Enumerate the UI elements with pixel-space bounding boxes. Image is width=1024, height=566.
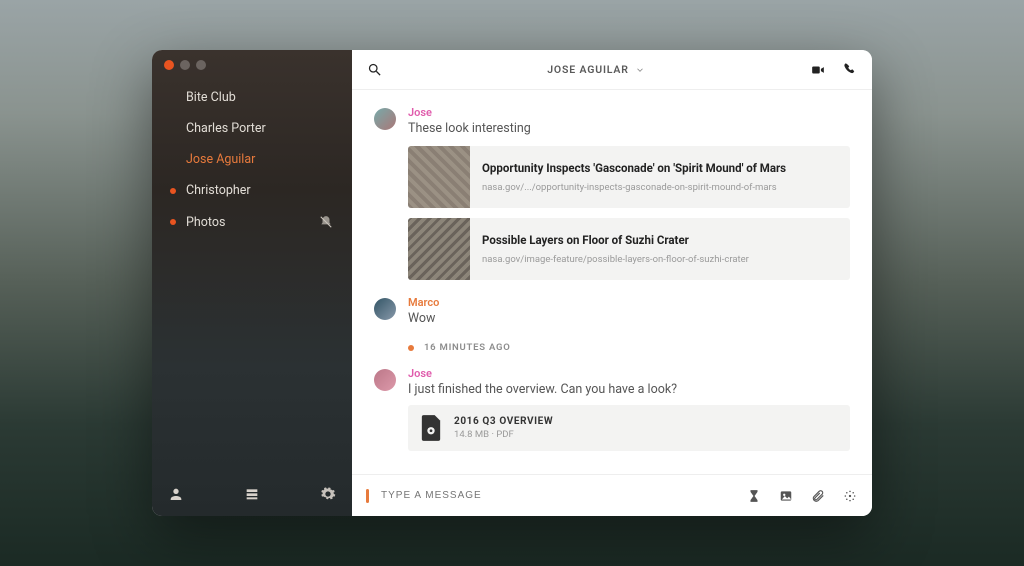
sidebar-item-label: Jose Aguilar <box>186 152 255 167</box>
message: Marco Wow <box>374 296 850 326</box>
message-sender: Marco <box>408 296 850 309</box>
message-sender: Jose <box>408 367 850 380</box>
link-preview[interactable]: Opportunity Inspects 'Gasconade' on 'Spi… <box>408 146 850 208</box>
link-title: Opportunity Inspects 'Gasconade' on 'Spi… <box>482 161 786 177</box>
separator-dot-icon <box>408 345 414 351</box>
file-attachment[interactable]: 2016 Q3 OVERVIEW 14.8 MB · PDF <box>408 405 850 451</box>
message-composer <box>352 474 872 516</box>
chevron-down-icon <box>635 65 645 75</box>
message: Jose I just finished the overview. Can y… <box>374 367 850 451</box>
window-controls <box>152 50 352 80</box>
conversation-title-label: JOSE AGUILAR <box>547 63 629 76</box>
link-url: nasa.gov/.../opportunity-inspects-gascon… <box>482 182 786 193</box>
minimize-window-button[interactable] <box>180 60 190 70</box>
avatar[interactable] <box>374 369 396 391</box>
search-button[interactable] <box>366 62 382 78</box>
composer-accent <box>366 489 369 503</box>
link-thumbnail <box>408 218 470 280</box>
attachment-button[interactable] <box>810 488 826 504</box>
time-separator: 16 MINUTES AGO <box>408 342 850 353</box>
message-sender: Jose <box>408 106 850 119</box>
muted-icon <box>318 214 334 230</box>
message-text: These look interesting <box>408 121 850 136</box>
sidebar-item-christopher[interactable]: Christopher <box>170 183 334 198</box>
archive-button[interactable] <box>244 486 260 502</box>
contacts-button[interactable] <box>168 486 184 502</box>
sidebar-bottom <box>152 472 352 516</box>
conversation-list: Bite Club Charles Porter Jose Aguilar Ch… <box>152 80 352 230</box>
unread-dot-icon <box>170 219 176 225</box>
video-call-button[interactable] <box>810 62 826 78</box>
sidebar-item-label: Charles Porter <box>186 121 266 136</box>
link-preview[interactable]: Possible Layers on Floor of Suzhi Crater… <box>408 218 850 280</box>
sidebar-item-label: Bite Club <box>186 90 236 105</box>
sidebar: Bite Club Charles Porter Jose Aguilar Ch… <box>152 50 352 516</box>
file-name: 2016 Q3 OVERVIEW <box>454 416 553 427</box>
message-text: Wow <box>408 311 850 326</box>
conversation-title[interactable]: JOSE AGUILAR <box>392 63 800 76</box>
maximize-window-button[interactable] <box>196 60 206 70</box>
message-input[interactable] <box>381 490 734 501</box>
link-url: nasa.gov/image-feature/possible-layers-o… <box>482 254 749 265</box>
link-thumbnail <box>408 146 470 208</box>
voice-call-button[interactable] <box>842 62 858 78</box>
message: Jose These look interesting Opportunity … <box>374 106 850 280</box>
sidebar-item-jose-aguilar[interactable]: Jose Aguilar <box>170 152 334 167</box>
unread-dot-icon <box>170 188 176 194</box>
avatar[interactable] <box>374 108 396 130</box>
time-separator-label: 16 MINUTES AGO <box>424 342 511 353</box>
main-panel: JOSE AGUILAR Jose These look interesting <box>352 50 872 516</box>
sidebar-item-photos[interactable]: Photos <box>170 214 334 230</box>
close-window-button[interactable] <box>164 60 174 70</box>
gif-button[interactable] <box>842 488 858 504</box>
image-button[interactable] <box>778 488 794 504</box>
message-list[interactable]: Jose These look interesting Opportunity … <box>352 90 872 474</box>
sidebar-item-charles-porter[interactable]: Charles Porter <box>170 121 334 136</box>
app-window: Bite Club Charles Porter Jose Aguilar Ch… <box>152 50 872 516</box>
sidebar-item-label: Photos <box>186 215 225 230</box>
link-title: Possible Layers on Floor of Suzhi Crater <box>482 233 749 249</box>
sidebar-item-bite-club[interactable]: Bite Club <box>170 90 334 105</box>
message-text: I just finished the overview. Can you ha… <box>408 382 850 397</box>
settings-button[interactable] <box>320 486 336 502</box>
file-icon <box>420 415 442 441</box>
avatar[interactable] <box>374 298 396 320</box>
sidebar-item-label: Christopher <box>186 183 251 198</box>
file-meta: 14.8 MB · PDF <box>454 429 553 440</box>
timer-button[interactable] <box>746 488 762 504</box>
top-bar: JOSE AGUILAR <box>352 50 872 90</box>
